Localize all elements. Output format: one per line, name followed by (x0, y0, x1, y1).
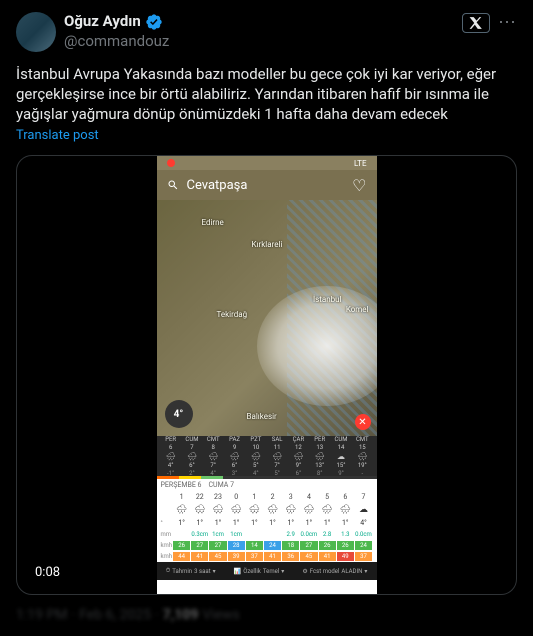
forecast-day: CUM14☁15°9° (331, 438, 351, 474)
forecast-day: CUM7🌧6°2° (182, 438, 202, 474)
city-balikesir: Balıkesir (247, 412, 277, 421)
favorite-icon: ♡ (352, 176, 366, 195)
precip-row: mm0.3cm1cm1cm2.90.0cm2.81.30.0cm (157, 529, 377, 540)
hours-row: 1222301234567 (157, 491, 377, 503)
header-actions: ⋯ (462, 12, 517, 33)
daily-forecast-strip: PER6🌧4°-1°CUM7🌧6°2°CMT8🌧7°4°PAZ9🌧6°3°PZT… (157, 436, 377, 476)
model-bottom-bar: ⏱ Tahmin 3 saat ▾ 📊 Özellik Temel ▾ ⚙ Fc… (157, 562, 377, 580)
model-selector: ⚙ Fcst model ALADIN ▾ (302, 568, 367, 575)
city-komel: Komel (346, 305, 369, 314)
user-handle[interactable]: @commandouz (64, 32, 454, 52)
city-kirklareli: Kırklareli (252, 240, 283, 249)
tweet-header: Oğuz Aydın @commandouz ⋯ (16, 12, 517, 52)
forecast-day: PER13🌧13°8° (310, 438, 330, 474)
forecast-day: PZT10🌧5°4° (246, 438, 266, 474)
user-info: Oğuz Aydın @commandouz (64, 12, 454, 51)
search-icon (167, 179, 179, 191)
hourly-detail-panel: PERŞEMBE 6 CUMA 7 1222301234567 🌧🌨🌨🌨🌨🌧🌧🌧… (157, 479, 377, 594)
condition-row: 🌧🌨🌨🌨🌨🌧🌧🌧🌧🌧☁ (157, 503, 377, 517)
temp-row: °1°1°1°1°1°1°1°1°1°1°4° (157, 517, 377, 529)
display-name[interactable]: Oğuz Aydın (64, 12, 141, 32)
weather-app-screenshot: LTE Cevatpaşa ♡ Edirne Kırklareli Tekird… (157, 156, 377, 594)
city-tekirdag: Tekirdağ (217, 310, 248, 319)
forecast-day: CMT8🌧7°4° (203, 438, 223, 474)
more-icon[interactable]: ⋯ (498, 12, 517, 33)
phone-status-bar: LTE (157, 156, 377, 170)
media-container[interactable]: LTE Cevatpaşa ♡ Edirne Kırklareli Tekird… (16, 155, 517, 595)
forecast-day: SAL11🌧7°5° (267, 438, 287, 474)
views-label: Views (202, 607, 240, 623)
tweet-container: Oğuz Aydın @commandouz ⋯ İstanbul Avrupa… (0, 0, 533, 635)
ozellik-selector: 📊 Özellik Temel ▾ (234, 568, 285, 575)
recording-icon (167, 159, 175, 167)
close-map-icon: ✕ (355, 414, 371, 430)
tweet-text: İstanbul Avrupa Yakasında bazı modeller … (16, 64, 517, 124)
verified-badge-icon (145, 13, 163, 31)
tahmin-selector: ⏱ Tahmin 3 saat ▾ (166, 567, 216, 575)
day-header: PERŞEMBE 6 CUMA 7 (157, 479, 377, 491)
forecast-day: PAZ9🌧6°3° (224, 438, 244, 474)
tweet-date[interactable]: Feb 6, 2025 (79, 607, 151, 623)
weather-map: Edirne Kırklareli Tekirdağ İstanbul Kome… (157, 200, 377, 436)
location-search-bar: Cevatpaşa ♡ (157, 170, 377, 200)
video-timestamp: 0:08 (29, 563, 66, 582)
city-edirne: Edirne (202, 218, 224, 227)
tweet-meta: 1:19 PM · Feb 6, 2025 · 7,109 Views (16, 607, 517, 623)
wind-row-2: kmh4441453937413645414937 (157, 551, 377, 562)
view-count: 7,109 (163, 607, 199, 623)
forecast-day: PER6🌧4°-1° (161, 438, 181, 474)
wind-row-1: kmh2627272814241827262624 (157, 540, 377, 551)
avatar[interactable] (16, 12, 56, 52)
cloud-overlay (257, 286, 377, 406)
current-temp-badge: 4° (165, 400, 193, 428)
carrier-label: LTE (354, 159, 367, 168)
grok-icon (469, 16, 483, 30)
forecast-day: CMT15🌧19°- (352, 438, 372, 474)
search-location-text: Cevatpaşa (187, 178, 345, 193)
translate-link[interactable]: Translate post (16, 128, 517, 143)
grok-badge[interactable] (462, 13, 490, 33)
tweet-time[interactable]: 1:19 PM (16, 607, 68, 623)
city-istanbul: İstanbul (313, 295, 342, 304)
forecast-day: ÇAR12🌧9°6° (288, 438, 308, 474)
